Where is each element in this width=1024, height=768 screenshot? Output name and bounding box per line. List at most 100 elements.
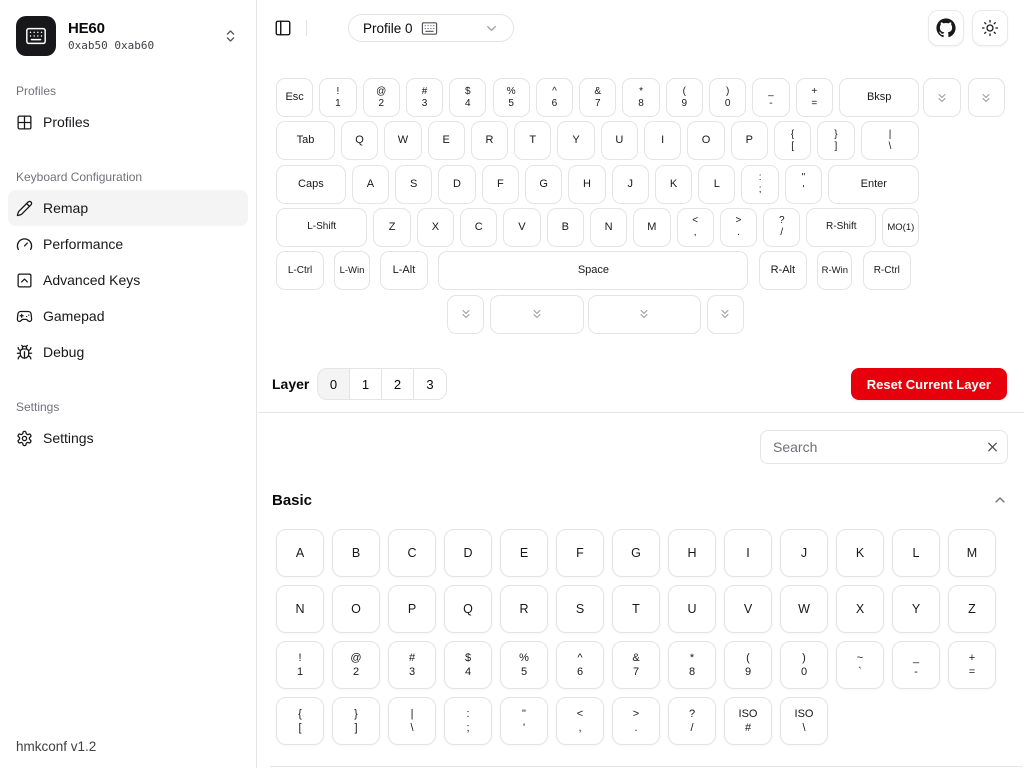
keycode-8[interactable]: *8: [668, 641, 716, 689]
keycode-n[interactable]: N: [276, 585, 324, 633]
key-i[interactable]: I: [644, 121, 681, 160]
theme-toggle-button[interactable]: [972, 10, 1008, 46]
sidebar-item-settings[interactable]: Settings: [8, 420, 248, 456]
keycode-w[interactable]: W: [780, 585, 828, 633]
hidden-key[interactable]: [968, 78, 1005, 117]
keycode-y[interactable]: Y: [892, 585, 940, 633]
sidebar-item-advanced-keys[interactable]: Advanced Keys: [8, 262, 248, 298]
key-m[interactable]: M: [633, 208, 670, 247]
key-symbol[interactable]: {[: [774, 121, 811, 160]
key-1[interactable]: !1: [319, 78, 356, 117]
keycode-l[interactable]: L: [892, 529, 940, 577]
layer-option-1[interactable]: 1: [350, 369, 382, 399]
key-symbol[interactable]: |\: [861, 121, 920, 160]
key-r-shift[interactable]: R-Shift: [806, 208, 876, 247]
keycode-symbol[interactable]: }]: [332, 697, 380, 745]
key-g[interactable]: G: [525, 165, 562, 204]
key-f[interactable]: F: [482, 165, 519, 204]
keycode-f[interactable]: F: [556, 529, 604, 577]
keycode-q[interactable]: Q: [444, 585, 492, 633]
keycode-v[interactable]: V: [724, 585, 772, 633]
key-q[interactable]: Q: [341, 121, 378, 160]
sidebar-item-profiles[interactable]: Profiles: [8, 104, 248, 140]
keycode-symbol[interactable]: :;: [444, 697, 492, 745]
keycode-z[interactable]: Z: [948, 585, 996, 633]
key-j[interactable]: J: [612, 165, 649, 204]
key-bksp[interactable]: Bksp: [839, 78, 920, 117]
key-r[interactable]: R: [471, 121, 508, 160]
sidebar-item-performance[interactable]: Performance: [8, 226, 248, 262]
keycode-e[interactable]: E: [500, 529, 548, 577]
keycode-k[interactable]: K: [836, 529, 884, 577]
keycode-9[interactable]: (9: [724, 641, 772, 689]
keycode-symbol[interactable]: ISO\: [780, 697, 828, 745]
keycode-symbol[interactable]: {[: [276, 697, 324, 745]
key-tab[interactable]: Tab: [276, 121, 335, 160]
key-symbol[interactable]: ?/: [763, 208, 800, 247]
keycode-symbol[interactable]: "': [500, 697, 548, 745]
keycode-u[interactable]: U: [668, 585, 716, 633]
hidden-key[interactable]: [588, 295, 701, 334]
key-b[interactable]: B: [547, 208, 584, 247]
keycode-6[interactable]: ^6: [556, 641, 604, 689]
key-4[interactable]: $4: [449, 78, 486, 117]
reset-layer-button[interactable]: Reset Current Layer: [851, 368, 1007, 400]
key-mo-1[interactable]: MO(1): [882, 208, 919, 247]
key-7[interactable]: &7: [579, 78, 616, 117]
keycode-symbol[interactable]: <,: [556, 697, 604, 745]
sidebar-item-remap[interactable]: Remap: [8, 190, 248, 226]
key-x[interactable]: X: [417, 208, 454, 247]
layer-option-3[interactable]: 3: [414, 369, 446, 399]
key-d[interactable]: D: [438, 165, 475, 204]
keycode-m[interactable]: M: [948, 529, 996, 577]
key-k[interactable]: K: [655, 165, 692, 204]
keycode-p[interactable]: P: [388, 585, 436, 633]
key-space[interactable]: Space: [438, 251, 748, 290]
key-0[interactable]: )0: [709, 78, 746, 117]
keycode-symbol[interactable]: ISO#: [724, 697, 772, 745]
key-r-alt[interactable]: R-Alt: [759, 251, 807, 290]
device-switcher[interactable]: HE60 0xab50 0xab60: [0, 0, 256, 72]
keycode-symbol[interactable]: |\: [388, 697, 436, 745]
key-enter[interactable]: Enter: [828, 165, 919, 204]
key-symbol[interactable]: "': [785, 165, 822, 204]
key-u[interactable]: U: [601, 121, 638, 160]
sidebar-toggle-button[interactable]: [274, 14, 292, 42]
key-l-alt[interactable]: L-Alt: [380, 251, 428, 290]
key-symbol[interactable]: _-: [752, 78, 789, 117]
key-l-shift[interactable]: L-Shift: [276, 208, 367, 247]
key-z[interactable]: Z: [373, 208, 410, 247]
keycode-2[interactable]: @2: [332, 641, 380, 689]
search-input[interactable]: [760, 430, 1008, 464]
key-5[interactable]: %5: [493, 78, 530, 117]
key-w[interactable]: W: [384, 121, 421, 160]
key-c[interactable]: C: [460, 208, 497, 247]
key-r-win[interactable]: R-Win: [817, 251, 852, 290]
key-s[interactable]: S: [395, 165, 432, 204]
key-symbol[interactable]: }]: [817, 121, 854, 160]
keycode-s[interactable]: S: [556, 585, 604, 633]
key-n[interactable]: N: [590, 208, 627, 247]
keycode-j[interactable]: J: [780, 529, 828, 577]
keycode-1[interactable]: !1: [276, 641, 324, 689]
key-symbol[interactable]: +=: [796, 78, 833, 117]
keycode-a[interactable]: A: [276, 529, 324, 577]
keycode-x[interactable]: X: [836, 585, 884, 633]
keycode-7[interactable]: &7: [612, 641, 660, 689]
key-e[interactable]: E: [428, 121, 465, 160]
keycode-t[interactable]: T: [612, 585, 660, 633]
keycode-g[interactable]: G: [612, 529, 660, 577]
keycode-o[interactable]: O: [332, 585, 380, 633]
layer-option-0[interactable]: 0: [318, 369, 350, 399]
hidden-key[interactable]: [447, 295, 484, 334]
key-esc[interactable]: Esc: [276, 78, 313, 117]
key-8[interactable]: *8: [622, 78, 659, 117]
key-3[interactable]: #3: [406, 78, 443, 117]
key-symbol[interactable]: :;: [741, 165, 778, 204]
key-l-win[interactable]: L-Win: [334, 251, 369, 290]
key-r-ctrl[interactable]: R-Ctrl: [863, 251, 911, 290]
key-9[interactable]: (9: [666, 78, 703, 117]
sidebar-item-gamepad[interactable]: Gamepad: [8, 298, 248, 334]
keycode-symbol[interactable]: _-: [892, 641, 940, 689]
key-symbol[interactable]: <,: [677, 208, 714, 247]
